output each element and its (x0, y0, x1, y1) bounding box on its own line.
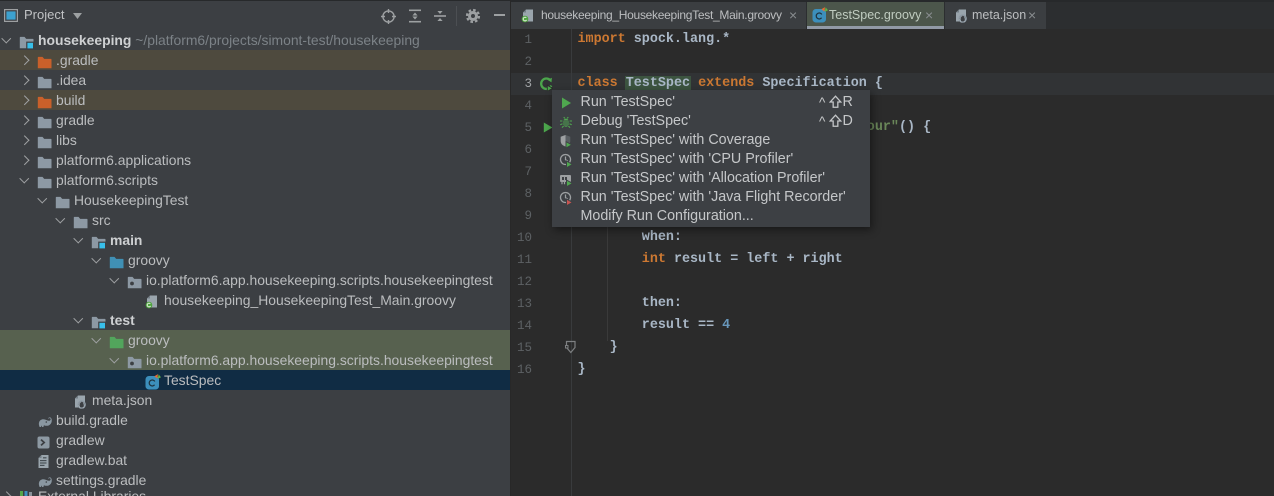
svg-text:{): {) (78, 402, 86, 409)
svg-text:{): {) (959, 16, 967, 23)
